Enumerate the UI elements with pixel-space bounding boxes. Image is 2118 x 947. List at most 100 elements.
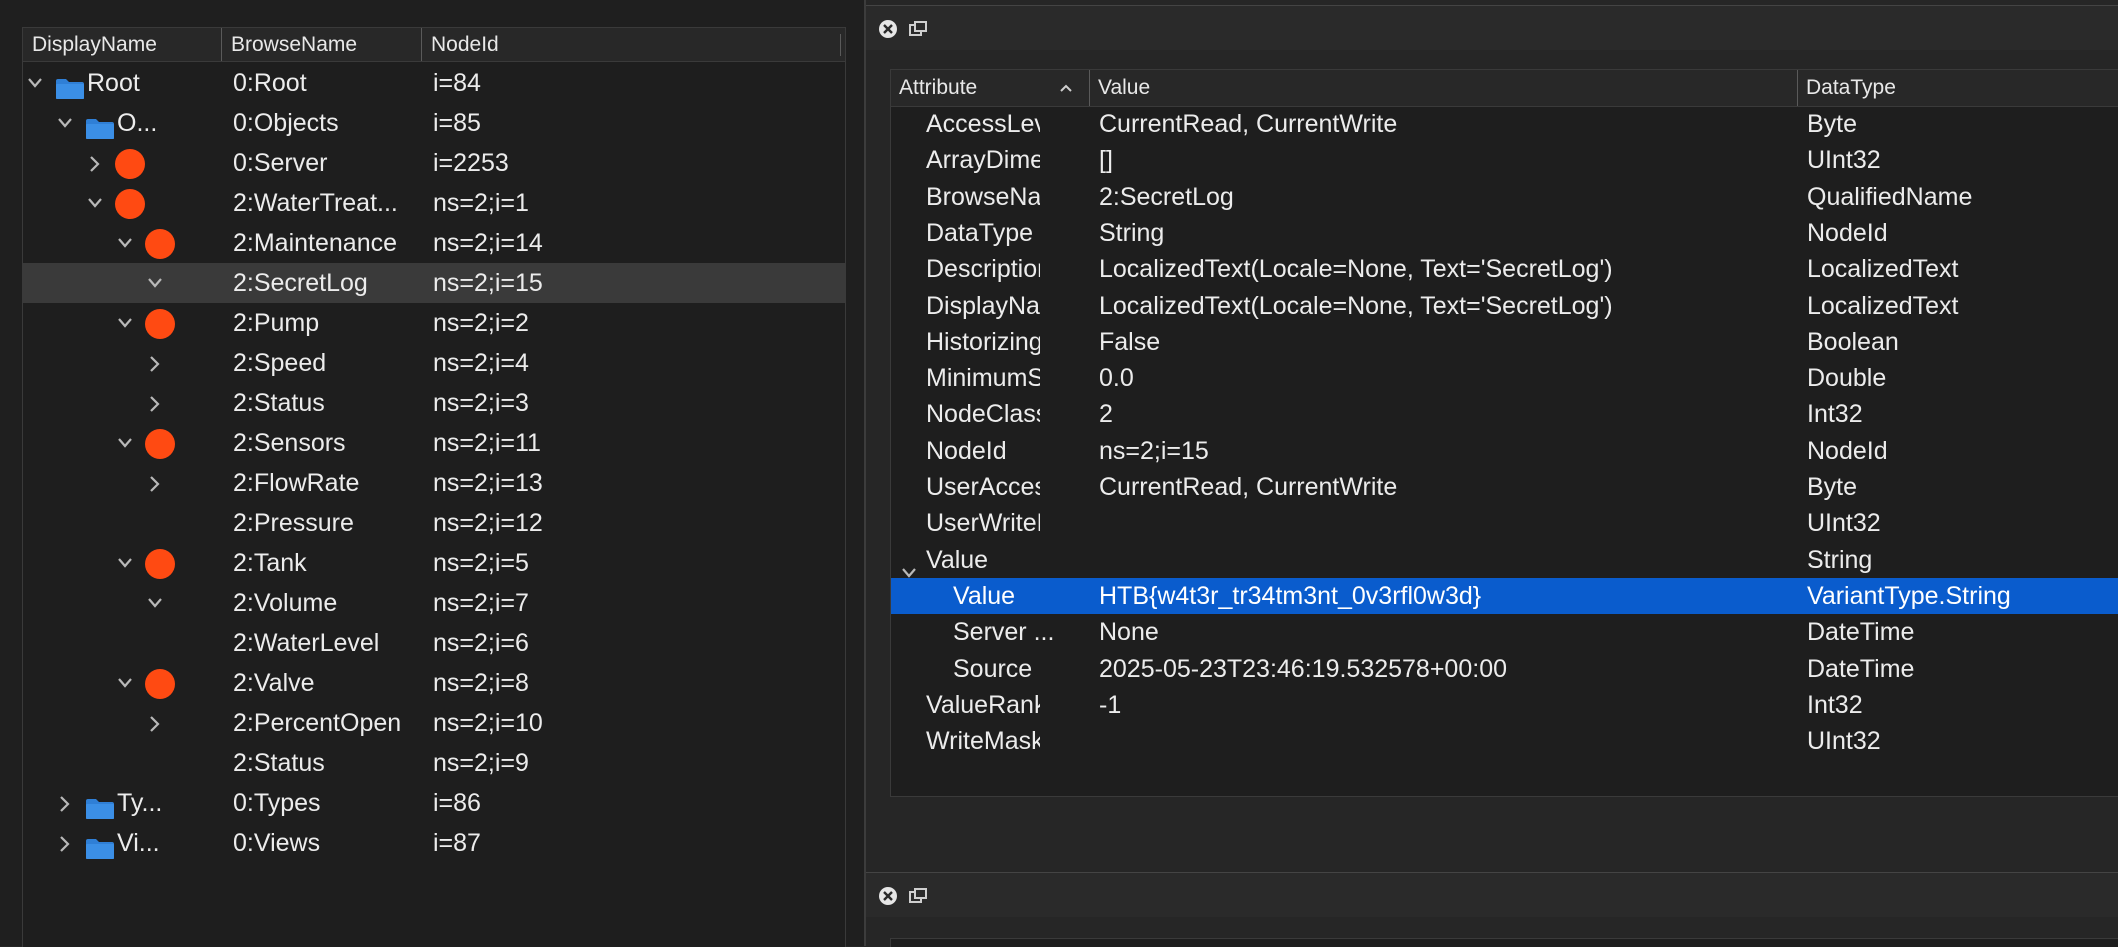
attribute-datatype: DateTime [1807,618,1915,647]
folder-icon [85,792,115,819]
attribute-row[interactable]: UserWriteMask UInt32 [891,505,2118,541]
chevron-down-icon[interactable] [113,423,137,463]
tree-cell-browsename: 2:Pressure [233,509,354,537]
attribute-row[interactable]: Value String [891,542,2118,578]
tree-cell-browsename: 0:Views [233,829,321,857]
attribute-name: Value [926,545,989,574]
attribute-row[interactable]: Historizing False Boolean [891,324,2118,360]
chevron-right-icon[interactable] [143,703,167,743]
attribute-datatype: Int32 [1807,400,1863,429]
attribute-row[interactable]: DataType String NodeId [891,215,2118,251]
tree-column-nodeid[interactable]: NodeId [421,28,840,61]
attribute-name: DataType [926,218,1034,247]
attribute-row[interactable]: UserAccessLevel CurrentRead, CurrentWrite… [891,469,2118,505]
chevron-right-icon[interactable] [53,823,77,863]
tree-cell-nodeid: ns=2;i=3 [433,389,529,417]
tree-cell-browsename: 2:Tank [233,549,307,577]
tree-row[interactable]: Root 0:Root i=84 [23,63,845,103]
attribute-value: None [1099,618,1159,647]
tree-row[interactable]: O... 0:Objects i=85 [23,103,845,143]
attributes-table[interactable]: Attribute Value DataType AccessLevel Curr… [890,69,2118,797]
tree-row[interactable]: 2:WaterTreat... ns=2;i=1 [23,183,845,223]
attribute-value: 2 [1099,400,1113,429]
tree-row[interactable]: 2:Tank ns=2;i=5 [23,543,845,583]
attribute-row[interactable]: WriteMask UInt32 [891,723,2118,759]
tree-row[interactable]: Vi... 0:Views i=87 [23,823,845,863]
tree-cell-nodeid: ns=2;i=4 [433,349,529,377]
chevron-down-icon[interactable] [113,223,137,263]
attr-column-datatype[interactable]: DataType [1797,70,2118,106]
tree-row[interactable]: 2:Volume ns=2;i=7 [23,583,845,623]
tree-cell-browsename: 2:Sensors [233,429,346,457]
tree-row[interactable]: 2:Maintenance ns=2;i=14 [23,223,845,263]
tree-column-browsename[interactable]: BrowseName [221,28,421,61]
tree-row[interactable]: 0:Server i=2253 [23,143,845,183]
float-window-icon[interactable] [908,886,928,906]
attribute-datatype: VariantType.String [1807,581,2011,610]
chevron-down-icon[interactable] [113,543,137,583]
chevron-right-icon[interactable] [143,383,167,423]
attribute-row[interactable]: DisplayName LocalizedText(Locale=None, Te… [891,288,2118,324]
attribute-name: ArrayDimensions [926,146,1040,175]
tree-row[interactable]: 2:Status ns=2;i=9 [23,743,845,783]
tree-cell-nodeid: ns=2;i=15 [433,269,543,297]
tree-row[interactable]: 2:Valve ns=2;i=8 [23,663,845,703]
tree-row[interactable]: Ty... 0:Types i=86 [23,783,845,823]
tree-cell-nodeid: i=86 [433,789,481,817]
attribute-name: UserWriteMask [926,509,1040,538]
tree-row[interactable]: 2:SecretLog ns=2;i=15 [23,263,845,303]
attribute-row[interactable]: Value HTB{w4t3r_tr34tm3nt_0v3rfl0w3d} Vari… [891,577,2118,614]
chevron-down-icon[interactable] [143,583,167,623]
attribute-row[interactable]: MinimumSamplingInterval 0.0 Double [891,360,2118,396]
attr-column-value[interactable]: Value [1089,70,1797,106]
chevron-down-icon[interactable] [113,663,137,703]
chevron-down-icon[interactable] [83,183,107,223]
attribute-name: DisplayName [926,291,1040,320]
tree-row[interactable]: 2:Sensors ns=2;i=11 [23,423,845,463]
tree-column-displayname[interactable]: DisplayName [23,28,221,61]
tree-cell-browsename: 2:PercentOpen [233,709,402,737]
attribute-row[interactable]: Source 2025-05-23T23:46:19.532578+00:00 Da… [891,651,2118,687]
folder-icon [85,112,115,139]
attribute-datatype: Double [1807,364,1887,393]
attribute-row[interactable]: ArrayDimensions [] UInt32 [891,142,2118,178]
object-node-icon [145,669,175,699]
tree-cell-browsename: 2:FlowRate [233,469,360,497]
tree-row[interactable]: 2:Pump ns=2;i=2 [23,303,845,343]
attributes-dock-area: Attribute Value DataType AccessLevel Curr… [866,0,2118,947]
tree-row[interactable]: 2:PercentOpen ns=2;i=10 [23,703,845,743]
tree-row[interactable]: 2:WaterLevel ns=2;i=6 [23,623,845,663]
tree-row[interactable]: 2:Pressure ns=2;i=12 [23,503,845,543]
chevron-down-icon[interactable] [113,303,137,343]
chevron-right-icon[interactable] [143,343,167,383]
tree-cell-nodeid: ns=2;i=6 [433,629,529,657]
close-icon[interactable] [878,886,898,906]
attribute-row[interactable]: NodeClass 2 Int32 [891,396,2118,432]
float-window-icon[interactable] [908,19,928,39]
chevron-right-icon[interactable] [143,463,167,503]
attribute-datatype: QualifiedName [1807,182,1973,211]
attribute-row[interactable]: BrowseName 2:SecretLog QualifiedName [891,179,2118,215]
tree-row[interactable]: 2:Speed ns=2;i=4 [23,343,845,383]
tree-row[interactable]: 2:FlowRate ns=2;i=13 [23,463,845,503]
attribute-row[interactable]: Description LocalizedText(Locale=None, Te… [891,251,2118,287]
attribute-row[interactable]: ValueRank -1 Int32 [891,687,2118,723]
attribute-row[interactable]: NodeId ns=2;i=15 NodeId [891,433,2118,469]
close-icon[interactable] [878,19,898,39]
tree-cell-nodeid: ns=2;i=9 [433,749,529,777]
attribute-row[interactable]: Server ... None DateTime [891,614,2118,650]
tree-row[interactable]: 2:Status ns=2;i=3 [23,383,845,423]
attribute-row[interactable]: AccessLevel CurrentRead, CurrentWrite Byte [891,106,2118,142]
chevron-down-icon[interactable] [23,63,47,103]
chevron-down-icon[interactable] [143,263,167,303]
tree-cell-nodeid: i=85 [433,109,481,137]
attribute-value: CurrentRead, CurrentWrite [1099,473,1398,501]
attributes-dock-titlebar [866,5,2118,50]
attribute-name: WriteMask [926,727,1040,756]
chevron-down-icon[interactable] [53,103,77,143]
tree-cell-browsename: 2:Status [233,389,325,417]
chevron-right-icon[interactable] [83,143,107,183]
second-dock-titlebar [866,872,2118,917]
address-space-tree[interactable]: DisplayName BrowseName NodeId Root 0:Root… [22,27,846,947]
chevron-right-icon[interactable] [53,783,77,823]
